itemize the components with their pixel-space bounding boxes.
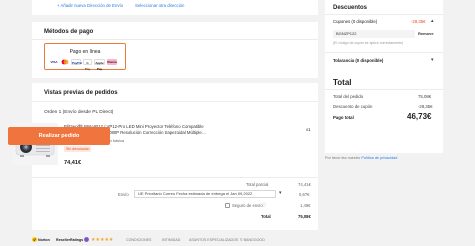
place-order-button[interactable]: Realizar pedido [8,127,110,145]
coupon-discount-label: Descuento de cupón [333,104,373,109]
visa-icon: VISA [50,60,58,64]
coupon-discount-value: -28,35€ [418,104,433,109]
chevron-up-icon[interactable]: ▴ [431,18,434,24]
shipping-method-value: UE Prioritario Correo Fecha estimada de … [138,191,253,196]
coupons-value: -28,35€ [411,19,426,24]
divider [32,177,318,178]
footer-link-special[interactable]: ASUNTOS ESPECIALIZADOS [189,238,238,242]
remove-coupon-button[interactable]: Remove [418,31,434,36]
chevron-down-icon[interactable]: ▾ [279,190,282,196]
add-address-link[interactable]: + Añadir nueva Dirección de Envío [57,3,123,8]
reseller-check-icon [84,237,89,243]
privacy-policy-link[interactable]: Política de privacidad [361,156,397,160]
no-return-badge: Sin devolución [64,146,92,152]
discounts-card: Descuentos Cupones (0 disponible) -28,35… [325,0,443,76]
coupon-code-input[interactable]: BGNZP122 [333,30,415,38]
footer-copyright: © BANGGOOD [240,238,265,242]
payment-title: Métodos de pago [44,29,94,35]
info-icon[interactable]: ⓘ [262,202,266,208]
shipping-insurance-checkbox[interactable] [225,203,230,208]
total-title: Total [333,78,352,87]
payment-methods-card: Métodos de pago Pago en línea VISA PayPa… [32,22,318,78]
privacy-note-prefix: Por favor lea nuestro [325,156,361,160]
apple-pay-icon: Apple Pay [94,59,105,71]
discounts-title: Descuentos [333,5,368,11]
shipping-insurance-label: Seguro de envío [232,203,263,208]
payment-option-label: Pago en línea [69,49,101,55]
footer-link-privacy[interactable]: INTIMIDAD [162,238,180,242]
product-price: 74,41€ [64,160,82,166]
address-card: + Añadir nueva Dirección de Envío Selecc… [32,0,318,15]
tolarancia-label[interactable]: Tolarancia (0 disponible) [333,58,383,63]
order-total-summary-value: 75,08€ [418,94,432,99]
divider [32,39,318,40]
footer: Norton ResellerRatings ★★★★★ CONDICIONES… [0,235,475,246]
total-pay-label: Pago total [333,115,354,120]
chevron-down-icon[interactable]: ▾ [431,57,434,63]
divider [325,14,443,15]
reseller-ratings-badge: ResellerRatings [56,238,84,242]
shipping-value: 0,67€ [299,192,310,197]
payment-logos: VISA PayPal G Pay Apple Pay Klarna [49,59,117,71]
subtotal-label: Total parcial [246,182,269,187]
klarna-icon: Klarna [107,59,117,65]
coupon-success-hint: (El código de cupón se aplicó correctame… [333,41,404,45]
privacy-note: Por favor lea nuestro Política de privac… [325,156,397,160]
subtotal-value: 74,41€ [298,182,311,187]
divider [32,101,318,102]
order-total-summary-label: Total del pedido [333,94,364,99]
coupons-label[interactable]: Cupones (0 disponible) [333,19,377,24]
paypal-icon: PayPal [71,59,82,65]
google-pay-icon: G Pay [83,59,92,71]
norton-icon [32,237,37,243]
footer-link-terms[interactable]: CONDICIONES [126,238,151,242]
select-address-link[interactable]: Seleccionar otra dirección [135,3,184,8]
payment-option-online[interactable]: Pago en línea VISA PayPal G Pay Apple Pa… [44,43,126,71]
rating-stars: ★★★★★ [91,237,114,243]
shipping-method-select[interactable]: UE Prioritario Correo Fecha estimada de … [134,190,276,198]
shipping-insurance-value: 1,49€ [300,203,311,208]
norton-badge: Norton [38,238,50,242]
orders-title: Vistas previas de pedidos [44,90,118,96]
mastercard-icon [61,59,69,65]
divider [325,89,443,90]
order-label: Orden 1 (Envío desde PL Direct) [44,110,114,115]
total-pay-value: 46,73€ [407,112,432,121]
order-total-label: Total [261,214,271,219]
coupon-code-value: BGNZP122 [336,31,357,36]
order-preview-card: Vistas previas de pedidos Orden 1 (Envío… [32,83,318,230]
product-quantity: x1 [306,127,311,132]
order-total-value: 75,08€ [298,214,311,219]
divider [325,52,443,53]
shipping-label: Envío [118,192,129,197]
